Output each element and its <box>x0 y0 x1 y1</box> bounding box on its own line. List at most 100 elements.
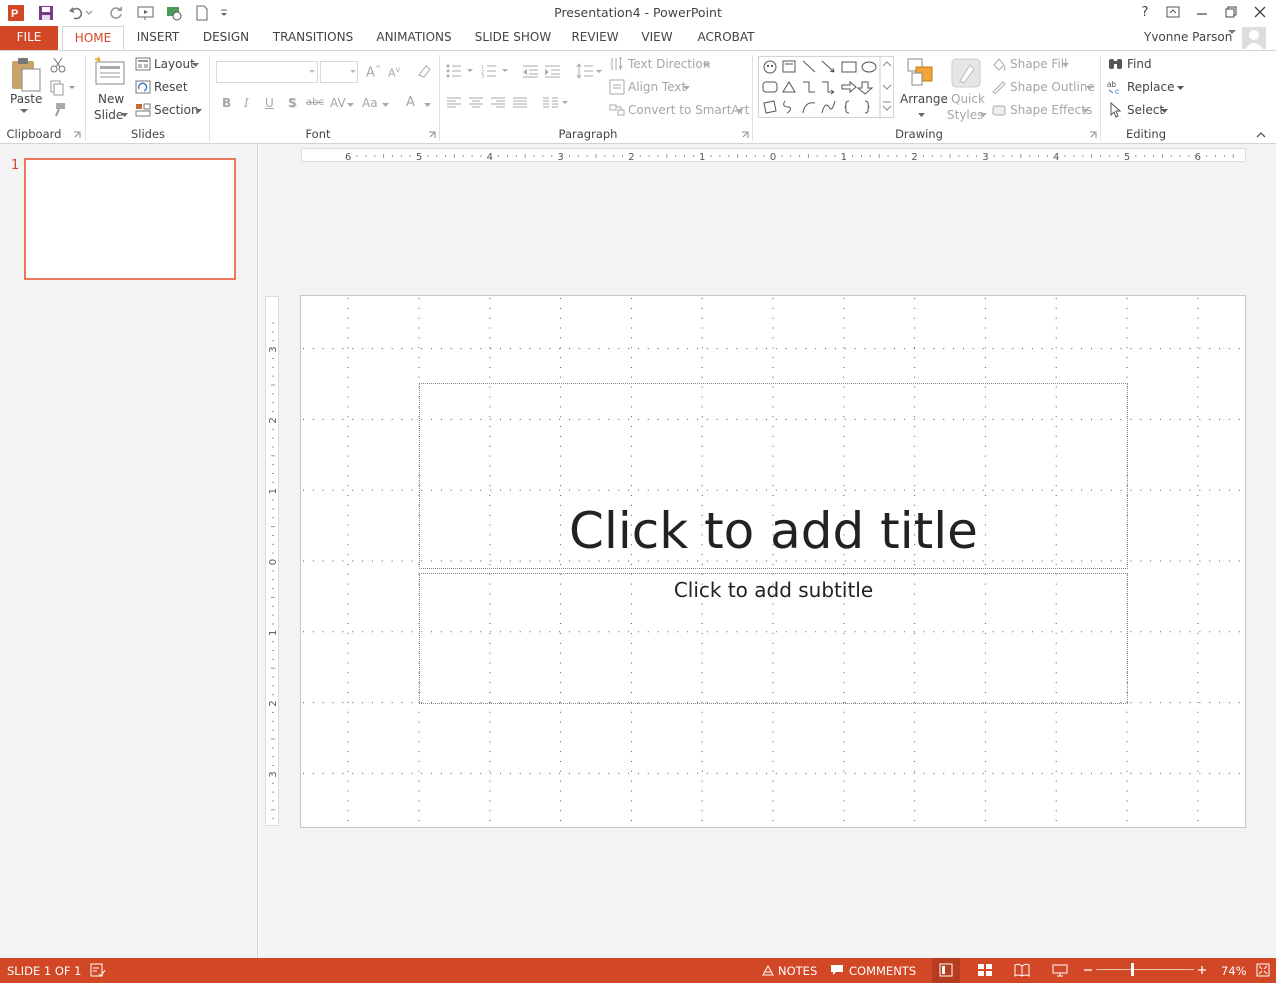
reset-icon[interactable] <box>135 80 151 94</box>
select-button[interactable]: Select <box>1127 103 1164 117</box>
notes-icon[interactable] <box>762 964 774 976</box>
columns-icon[interactable] <box>542 97 570 109</box>
slide-show-icon[interactable] <box>1052 963 1068 977</box>
paragraph-launcher-icon[interactable] <box>741 131 749 139</box>
find-button[interactable]: Find <box>1127 57 1152 71</box>
spelling-check-icon[interactable] <box>90 963 106 977</box>
bullets-icon[interactable] <box>446 64 476 78</box>
zoom-slider[interactable] <box>1096 969 1194 970</box>
font-size-input[interactable] <box>320 61 358 83</box>
align-text-dropdown-icon[interactable] <box>683 86 690 90</box>
decrease-indent-icon[interactable] <box>522 64 540 78</box>
title-placeholder-text[interactable]: Click to add title <box>420 502 1127 560</box>
layout-button[interactable]: Layout <box>154 57 195 71</box>
shapes-gallery[interactable] <box>758 56 894 119</box>
select-dropdown-icon[interactable] <box>1161 109 1168 113</box>
shadow-button[interactable]: S <box>288 96 297 110</box>
align-text-button[interactable]: Align Text <box>628 80 686 94</box>
restore-icon[interactable] <box>1219 2 1243 22</box>
arrange-icon[interactable] <box>906 57 936 89</box>
character-spacing-button[interactable]: AV <box>330 96 346 110</box>
shape-outline-icon[interactable] <box>991 80 1007 94</box>
quick-styles-dropdown-icon[interactable] <box>980 113 987 117</box>
zoom-slider-thumb[interactable] <box>1131 963 1135 976</box>
paste-button-label[interactable]: Paste <box>10 92 42 106</box>
justify-icon[interactable] <box>512 97 528 109</box>
increase-indent-icon[interactable] <box>544 64 562 78</box>
replace-dropdown-icon[interactable] <box>1177 86 1184 90</box>
title-placeholder[interactable]: Click to add title <box>419 383 1128 569</box>
zoom-out-icon[interactable] <box>1083 964 1093 976</box>
quick-styles-label-line2[interactable]: Styles <box>947 108 983 122</box>
subtitle-placeholder-text[interactable]: Click to add subtitle <box>420 578 1127 602</box>
font-color-button[interactable]: A <box>406 95 415 110</box>
align-center-icon[interactable] <box>468 97 484 109</box>
character-spacing-dropdown-icon[interactable] <box>347 103 354 107</box>
new-slide-label[interactable]: New <box>98 92 124 106</box>
text-direction-icon[interactable] <box>609 56 625 72</box>
clipboard-launcher-icon[interactable] <box>73 131 81 139</box>
close-icon[interactable] <box>1248 2 1272 22</box>
paste-icon[interactable] <box>10 57 42 93</box>
quick-styles-label[interactable]: Quick <box>951 92 985 106</box>
comments-button[interactable]: COMMENTS <box>849 964 916 978</box>
shape-fill-button[interactable]: Shape Fill <box>1010 57 1067 71</box>
drawing-launcher-icon[interactable] <box>1089 131 1097 139</box>
user-dropdown-icon[interactable] <box>1228 30 1236 36</box>
section-dropdown-icon[interactable] <box>195 109 202 113</box>
shape-outline-button[interactable]: Shape Outline <box>1010 80 1095 94</box>
text-direction-button[interactable]: Text Direction <box>628 57 710 71</box>
fit-to-window-icon[interactable] <box>1256 963 1270 977</box>
line-spacing-icon[interactable] <box>576 63 604 79</box>
replace-icon[interactable]: ab c <box>1107 79 1125 95</box>
reading-view-icon[interactable] <box>1014 963 1030 977</box>
bold-button[interactable]: B <box>222 96 231 110</box>
zoom-in-icon[interactable] <box>1197 964 1207 976</box>
slide-canvas[interactable]: Click to add title Click to add subtitle <box>300 295 1246 828</box>
minimize-icon[interactable] <box>1190 2 1214 22</box>
new-slide-dropdown-icon[interactable] <box>121 113 128 117</box>
decrease-font-icon[interactable]: Av <box>388 65 400 80</box>
tab-file[interactable]: FILE <box>0 26 58 50</box>
format-painter-icon[interactable] <box>50 102 66 118</box>
quick-styles-icon[interactable] <box>950 57 982 89</box>
new-slide-icon[interactable] <box>94 56 126 86</box>
notes-button[interactable]: NOTES <box>778 964 817 978</box>
find-icon[interactable] <box>1108 57 1124 71</box>
tab-acrobat[interactable]: ACROBAT <box>690 26 762 50</box>
reset-button[interactable]: Reset <box>154 80 188 94</box>
tab-home[interactable]: HOME <box>62 26 124 51</box>
cut-icon[interactable] <box>50 57 66 73</box>
select-icon[interactable] <box>1110 102 1122 118</box>
tab-insert[interactable]: INSERT <box>130 26 186 50</box>
shape-fill-dropdown-icon[interactable] <box>1062 63 1069 67</box>
font-color-dropdown-icon[interactable] <box>424 103 431 107</box>
collapse-ribbon-icon[interactable] <box>1256 131 1266 138</box>
slide-sorter-icon[interactable] <box>977 963 993 977</box>
numbering-icon[interactable]: 123 <box>481 64 511 78</box>
comments-icon[interactable] <box>830 964 844 976</box>
zoom-level[interactable]: 74% <box>1221 964 1247 978</box>
normal-view-button[interactable] <box>932 958 960 983</box>
underline-button[interactable]: U <box>265 96 274 110</box>
text-direction-dropdown-icon[interactable] <box>703 63 710 67</box>
shape-effects-dropdown-icon[interactable] <box>1082 109 1089 113</box>
section-button[interactable]: Section <box>154 103 199 117</box>
section-icon[interactable] <box>135 103 151 117</box>
smartart-dropdown-icon[interactable] <box>736 109 743 113</box>
change-case-button[interactable]: Aa <box>362 96 378 110</box>
avatar[interactable] <box>1242 27 1266 49</box>
shape-effects-button[interactable]: Shape Effects <box>1010 103 1092 117</box>
shape-effects-icon[interactable] <box>991 103 1007 117</box>
new-slide-label-line2[interactable]: Slide <box>94 108 123 122</box>
help-button[interactable]: ? <box>1133 2 1157 22</box>
shape-fill-icon[interactable] <box>991 57 1007 71</box>
font-family-input[interactable] <box>216 61 318 83</box>
tab-view[interactable]: VIEW <box>634 26 680 50</box>
subtitle-placeholder[interactable]: Click to add subtitle <box>419 573 1128 704</box>
replace-button[interactable]: Replace <box>1127 80 1174 94</box>
tab-slide-show[interactable]: SLIDE SHOW <box>470 26 556 50</box>
clear-formatting-icon[interactable] <box>416 63 432 79</box>
copy-icon[interactable] <box>50 80 76 96</box>
arrange-dropdown-icon[interactable] <box>918 113 925 117</box>
